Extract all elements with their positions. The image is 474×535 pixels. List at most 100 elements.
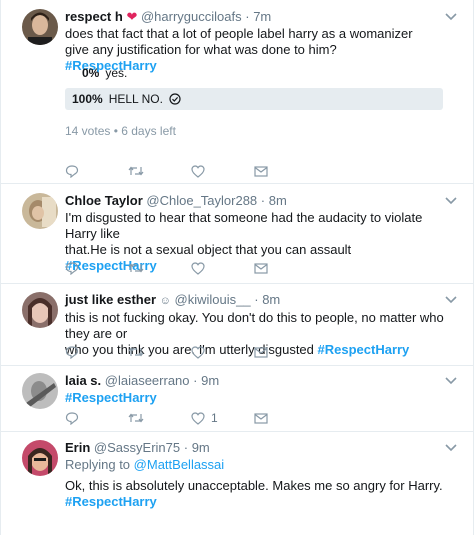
separator-dot: · [260,193,266,208]
display-name[interactable]: laia s. [65,373,101,388]
like-button[interactable]: 1 [191,411,254,425]
display-name[interactable]: just like esther [65,292,156,307]
tweet-header: laia s. @laiaseerrano · 9m [65,373,455,389]
retweet-button[interactable] [128,165,191,177]
timestamp[interactable]: 8m [269,193,287,208]
retweet-button[interactable] [128,412,191,424]
timestamp[interactable]: 7m [253,9,271,24]
poll: 0% yes. 100% HELL NO. 14 votes • 6 days … [65,60,443,140]
separator-dot: · [193,373,198,388]
heart-emoji-icon: ❤ [126,9,138,24]
avatar[interactable] [22,9,58,45]
tweet-text-line: I'm disgusted to hear that someone had t… [65,210,423,241]
retweet-button[interactable] [128,346,191,358]
timestamp[interactable]: 9m [201,373,219,388]
chevron-down-icon[interactable] [445,13,457,21]
tweet-header: respect h ❤ @harrygucciloafs · 7m [65,9,455,25]
reply-icon [65,412,79,425]
reply-icon [65,262,79,275]
tweet-text: Ok, this is absolutely unacceptable. Mak… [65,478,455,510]
reply-icon [65,165,79,178]
tweet-text: #RespectHarry [65,390,455,406]
user-handle[interactable]: @SassyErin75 [94,440,180,455]
chevron-down-icon[interactable] [445,377,457,385]
retweet-icon [128,166,144,176]
check-circle-icon [169,93,181,105]
reply-button[interactable] [65,261,128,275]
reply-button[interactable] [65,411,128,425]
user-handle[interactable]: @kiwilouis__ [175,292,251,307]
tweet-actions [65,260,317,276]
retweet-icon [128,347,144,357]
poll-label: HELL NO. [108,92,163,106]
poll-option-yes: 0% yes. [82,62,127,84]
envelope-icon [254,165,268,177]
tweet[interactable]: laia s. @laiaseerrano · 9m #RespectHarry… [1,366,473,432]
user-handle[interactable]: @harrygucciloafs [141,9,242,24]
avatar[interactable] [22,292,58,328]
smile-emoji-icon: ☺ [159,295,171,307]
message-button[interactable] [254,262,317,274]
reply-button[interactable] [65,164,128,178]
envelope-icon [254,346,268,358]
timestamp[interactable]: 9m [192,440,210,455]
tweet[interactable]: respect h ❤ @harrygucciloafs · 7m does t… [1,0,473,184]
replying-to-label: Replying to [65,457,131,472]
display-name[interactable]: Erin [65,440,90,455]
retweet-icon [128,413,144,423]
retweet-button[interactable] [128,262,191,274]
heart-icon [191,411,205,425]
display-name[interactable]: respect h [65,9,123,24]
tweet-actions: 1 [65,410,317,426]
like-button[interactable] [191,345,254,359]
poll-percent: 0% [82,66,100,80]
poll-percent: 100% [72,92,103,106]
reply-to-link[interactable]: @MattBellassai [134,457,225,472]
tweet-actions [65,344,317,360]
tweet-header: Erin @SassyErin75 · 9m [65,440,455,456]
tweet-header: Chloe Taylor @Chloe_Taylor288 · 8m [65,193,455,209]
tweet[interactable]: just like esther ☺ @kiwilouis__ · 8m thi… [1,284,473,366]
timestamp[interactable]: 8m [262,292,280,307]
heart-icon [191,261,205,275]
avatar[interactable] [22,193,58,229]
tweet-header: just like esther ☺ @kiwilouis__ · 8m [65,292,455,309]
message-button[interactable] [254,346,317,358]
tweet-text-line: that.He is not a sexual object that you … [65,242,352,257]
message-button[interactable] [254,165,317,177]
user-handle[interactable]: @laiaseerrano [105,373,190,388]
tweet[interactable]: Chloe Taylor @Chloe_Taylor288 · 8m I'm d… [1,184,473,284]
like-button[interactable] [191,164,254,178]
separator-dot: · [183,440,189,455]
chevron-down-icon[interactable] [445,444,457,452]
hashtag-link[interactable]: #RespectHarry [318,342,410,357]
heart-icon [191,164,205,178]
tweet[interactable]: Erin @SassyErin75 · 9m Replying to @Matt… [1,432,473,535]
chevron-down-icon[interactable] [445,296,457,304]
reply-icon [65,346,79,359]
hashtag-link[interactable]: #RespectHarry [65,494,455,510]
separator-dot: · [254,292,259,307]
envelope-icon [254,262,268,274]
poll-label: yes. [105,66,128,80]
poll-option-hell-no: 100% HELL NO. [72,88,181,110]
chevron-down-icon[interactable] [445,197,457,205]
reply-button[interactable] [65,345,128,359]
tweet-text-body: does that fact that a lot of people labe… [65,26,413,57]
tweet-feed: respect h ❤ @harrygucciloafs · 7m does t… [0,0,474,535]
envelope-icon [254,412,268,424]
like-button[interactable] [191,261,254,275]
retweet-icon [128,263,144,273]
avatar[interactable] [22,373,58,409]
message-button[interactable] [254,412,317,424]
separator-dot: · [245,9,250,24]
tweet-text-line: this is not fucking okay. You don't do t… [65,310,444,341]
reply-context: Replying to @MattBellassai [65,457,455,473]
hashtag-link[interactable]: #RespectHarry [65,390,157,405]
heart-icon [191,345,205,359]
like-count: 1 [211,411,218,425]
user-handle[interactable]: @Chloe_Taylor288 [146,193,257,208]
tweet-actions [65,163,317,179]
display-name[interactable]: Chloe Taylor [65,193,143,208]
avatar[interactable] [22,440,58,476]
